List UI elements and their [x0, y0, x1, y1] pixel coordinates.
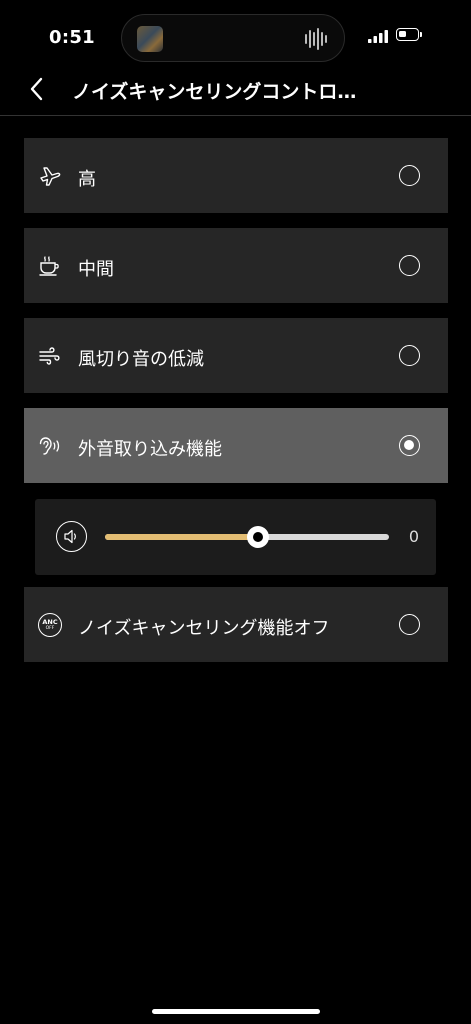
radio-button[interactable]: [399, 165, 420, 186]
ambient-level-slider[interactable]: [105, 526, 389, 548]
ambient-level-value: 0: [408, 527, 419, 546]
anc-badge-bottom: OFF: [45, 625, 55, 631]
dynamic-island[interactable]: [121, 14, 345, 62]
ear-icon: [38, 434, 62, 458]
airplane-icon: [38, 164, 62, 188]
option-anc-off[interactable]: ANC OFF ノイズキャンセリング機能オフ: [24, 587, 448, 662]
home-indicator[interactable]: [152, 1009, 320, 1014]
option-label: 外音取り込み機能: [78, 439, 222, 460]
radio-selected-dot: [404, 440, 414, 450]
option-label: 高: [78, 169, 96, 190]
slider-thumb[interactable]: [247, 526, 270, 548]
radio-button[interactable]: [399, 255, 420, 276]
chevron-left-icon[interactable]: [26, 76, 48, 102]
ambient-level-panel: 0: [35, 499, 436, 575]
option-label: ノイズキャンセリング機能オフ: [78, 618, 330, 639]
radio-button[interactable]: [399, 614, 420, 635]
navigation-bar: ノイズキャンセリングコントロ…: [0, 70, 471, 116]
anc-off-icon: ANC OFF: [38, 613, 62, 637]
option-ambient-sound[interactable]: 外音取り込み機能: [24, 408, 448, 483]
status-time: 0:51: [49, 27, 95, 48]
radio-button[interactable]: [399, 345, 420, 366]
audio-waveform-icon: [305, 28, 327, 50]
coffee-cup-icon: [38, 254, 62, 278]
page-title: ノイズキャンセリングコントロ…: [72, 81, 357, 103]
status-bar: 0:51: [0, 0, 471, 70]
battery-icon: [396, 28, 424, 43]
option-label: 風切り音の低減: [78, 349, 204, 370]
wind-icon: [38, 344, 62, 368]
radio-button[interactable]: [399, 435, 420, 456]
anc-badge-top: ANC: [42, 618, 58, 626]
now-playing-artwork: [137, 26, 163, 52]
cellular-signal-icon: [368, 30, 388, 43]
speaker-icon: [56, 521, 87, 552]
option-wind-reduction[interactable]: 風切り音の低減: [24, 318, 448, 393]
slider-fill: [105, 534, 259, 540]
option-label: 中間: [78, 259, 114, 280]
option-medium[interactable]: 中間: [24, 228, 448, 303]
option-high[interactable]: 高: [24, 138, 448, 213]
